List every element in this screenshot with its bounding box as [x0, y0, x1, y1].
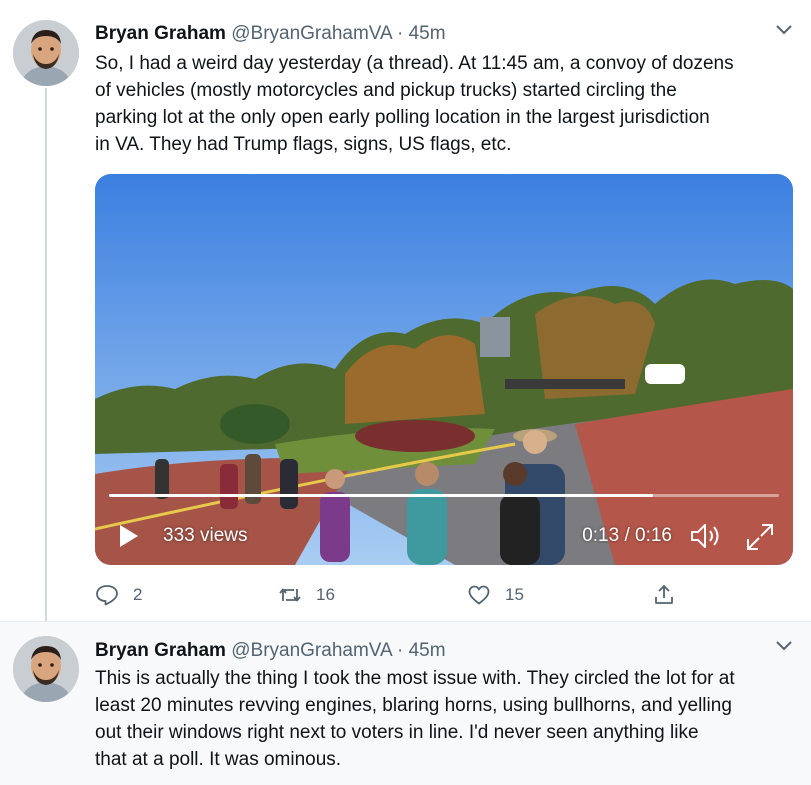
avatar[interactable]	[13, 20, 79, 86]
reply-button[interactable]: 2	[95, 580, 142, 610]
video-progress-bar[interactable]	[109, 494, 779, 497]
chevron-down-icon[interactable]	[775, 24, 793, 36]
tweet-header: Bryan Graham @BryanGrahamVA · 45m	[95, 22, 446, 46]
tweet-1[interactable]: Bryan Graham @BryanGrahamVA · 45m So, I …	[0, 0, 811, 622]
video-player[interactable]: 333 views 0:13 / 0:16	[95, 174, 793, 565]
avatar-photo	[13, 20, 79, 86]
share-button[interactable]	[652, 580, 676, 610]
tweet-text: This is actually the thing I took the mo…	[95, 668, 735, 770]
tweet-actions: 2 16 15	[95, 580, 795, 610]
avatar[interactable]	[13, 636, 79, 702]
retweet-button[interactable]: 16	[278, 580, 335, 610]
author-handle[interactable]: @BryanGrahamVA	[231, 23, 391, 44]
tweet-header: Bryan Graham @BryanGrahamVA · 45m	[95, 639, 446, 663]
tweet-timestamp[interactable]: 45m	[409, 640, 446, 661]
chevron-down-icon[interactable]	[775, 640, 793, 652]
video-progress-fill	[109, 494, 654, 497]
header-separator: ·	[396, 640, 404, 661]
like-count: 15	[505, 585, 524, 604]
thread-connector-line	[45, 88, 47, 622]
video-timecode: 0:13 / 0:16	[582, 525, 672, 546]
avatar-photo	[13, 636, 79, 702]
fullscreen-icon[interactable]	[745, 522, 775, 552]
video-frame	[95, 174, 793, 565]
author-handle[interactable]: @BryanGrahamVA	[231, 640, 391, 661]
tweet-timestamp[interactable]: 45m	[409, 23, 446, 44]
reply-count: 2	[133, 585, 143, 604]
tweet-text: So, I had a weird day yesterday (a threa…	[95, 53, 734, 155]
retweet-icon	[279, 588, 301, 602]
play-icon[interactable]	[118, 523, 140, 549]
retweet-count: 16	[316, 585, 335, 604]
like-button[interactable]: 15	[467, 580, 524, 610]
heart-icon	[468, 585, 490, 605]
tweet-2[interactable]: Bryan Graham @BryanGrahamVA · 45m This i…	[0, 621, 811, 785]
volume-icon[interactable]	[689, 522, 723, 550]
reply-icon	[96, 585, 118, 606]
header-separator: ·	[396, 23, 404, 44]
author-name[interactable]: Bryan Graham	[95, 640, 226, 661]
author-name[interactable]: Bryan Graham	[95, 23, 226, 44]
share-icon	[655, 585, 673, 604]
video-view-count: 333 views	[163, 525, 248, 546]
